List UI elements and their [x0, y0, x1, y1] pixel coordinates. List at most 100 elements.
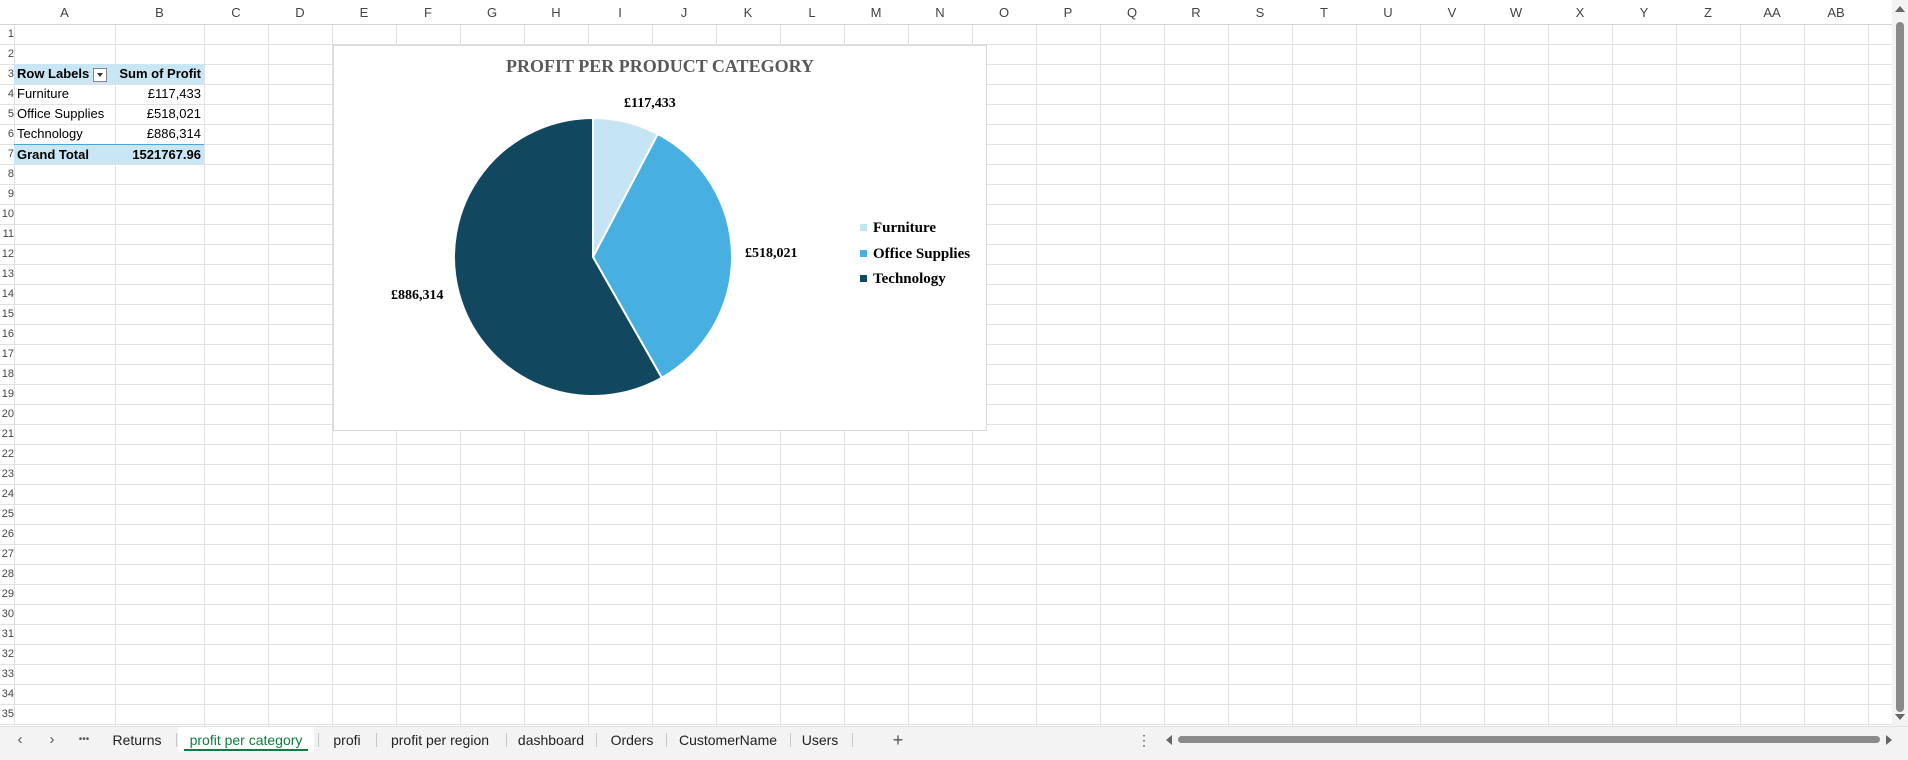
column-header-w[interactable]: W [1484, 0, 1548, 24]
row-header-23[interactable]: 23 [0, 464, 14, 484]
row-header-20[interactable]: 20 [0, 404, 14, 424]
tab-separator [790, 733, 791, 747]
row-header-19[interactable]: 19 [0, 384, 14, 404]
row-header-8[interactable]: 8 [0, 164, 14, 184]
column-header-v[interactable]: V [1420, 0, 1484, 24]
tab-orders[interactable]: Orders [600, 727, 664, 753]
data-label: £117,433 [624, 96, 676, 111]
row-header-18[interactable]: 18 [0, 364, 14, 384]
next-sheet-button[interactable]: › [42, 727, 62, 753]
row-header-27[interactable]: 27 [0, 544, 14, 564]
row-header-9[interactable]: 9 [0, 184, 14, 204]
tab-users[interactable]: Users [794, 727, 846, 753]
column-header-n[interactable]: N [908, 0, 972, 24]
more-sheets-button[interactable]: ••• [74, 727, 94, 753]
column-header-f[interactable]: F [396, 0, 460, 24]
column-header-i[interactable]: I [588, 0, 652, 24]
column-header-q[interactable]: Q [1100, 0, 1164, 24]
column-header-y[interactable]: Y [1612, 0, 1676, 24]
prev-sheet-button[interactable]: ‹ [10, 727, 30, 753]
legend-item-office-supplies: Office Supplies [860, 246, 970, 263]
row-header-29[interactable]: 29 [0, 584, 14, 604]
row-header-10[interactable]: 10 [0, 204, 14, 224]
row-header-16[interactable]: 16 [0, 324, 14, 344]
row-header-32[interactable]: 32 [0, 644, 14, 664]
row-header-24[interactable]: 24 [0, 484, 14, 504]
column-header-g[interactable]: G [460, 0, 524, 24]
tab-options-icon[interactable]: ⋮ [1134, 727, 1154, 753]
legend-label: Furniture [873, 220, 937, 236]
column-header-d[interactable]: D [268, 0, 332, 24]
row-header-5[interactable]: 5 [0, 104, 14, 124]
column-header-a[interactable]: A [14, 0, 115, 24]
column-header-k[interactable]: K [716, 0, 780, 24]
pivot-header-sum-of-profit[interactable]: Sum of Profit [115, 64, 204, 84]
row-header-4[interactable]: 4 [0, 84, 14, 104]
horizontal-scrollbar[interactable] [1164, 733, 1894, 745]
vertical-scrollbar[interactable] [1892, 0, 1908, 726]
column-header-c[interactable]: C [204, 0, 268, 24]
row-header-28[interactable]: 28 [0, 564, 14, 584]
pie-chart[interactable]: PROFIT PER PRODUCT CATEGORY £117,433 £51… [333, 45, 987, 431]
filter-dropdown-icon[interactable] [93, 67, 108, 82]
column-header-ab[interactable]: AB [1804, 0, 1868, 24]
tab-profi[interactable]: profi [322, 727, 372, 753]
vertical-scroll-thumb[interactable] [1896, 22, 1904, 712]
column-header-r[interactable]: R [1164, 0, 1228, 24]
row-header-22[interactable]: 22 [0, 444, 14, 464]
row-header-2[interactable]: 2 [0, 44, 14, 64]
row-header-6[interactable]: 6 [0, 124, 14, 144]
tab-profit-per-category[interactable]: profit per category [178, 727, 314, 753]
tab-profit-per-region[interactable]: profit per region [380, 727, 500, 753]
row-header-25[interactable]: 25 [0, 504, 14, 524]
row-header-11[interactable]: 11 [0, 224, 14, 244]
add-sheet-button[interactable]: + [888, 727, 908, 753]
row-header-26[interactable]: 26 [0, 524, 14, 544]
row-header-3[interactable]: 3 [0, 64, 14, 84]
column-header-m[interactable]: M [844, 0, 908, 24]
row-header-1[interactable]: 1 [0, 24, 14, 44]
row-header-15[interactable]: 15 [0, 304, 14, 324]
column-header-z[interactable]: Z [1676, 0, 1740, 24]
column-header-p[interactable]: P [1036, 0, 1100, 24]
scroll-up-arrow-icon[interactable] [1895, 6, 1905, 12]
row-header-12[interactable]: 12 [0, 244, 14, 264]
pivot-row-value[interactable]: £117,433 [115, 84, 204, 104]
pivot-grand-total-label[interactable]: Grand Total [14, 144, 115, 164]
scroll-down-arrow-icon[interactable] [1895, 714, 1905, 720]
row-header-21[interactable]: 21 [0, 424, 14, 444]
scroll-left-arrow-icon[interactable] [1166, 735, 1172, 745]
column-header-o[interactable]: O [972, 0, 1036, 24]
row-header-14[interactable]: 14 [0, 284, 14, 304]
pivot-row-label[interactable]: Furniture [14, 84, 115, 104]
horizontal-scroll-thumb[interactable] [1178, 736, 1880, 743]
row-header-13[interactable]: 13 [0, 264, 14, 284]
column-header-j[interactable]: J [652, 0, 716, 24]
pivot-row-value[interactable]: £886,314 [115, 124, 204, 144]
column-header-s[interactable]: S [1228, 0, 1292, 24]
column-header-e[interactable]: E [332, 0, 396, 24]
row-header-31[interactable]: 31 [0, 624, 14, 644]
row-header-33[interactable]: 33 [0, 664, 14, 684]
row-header-30[interactable]: 30 [0, 604, 14, 624]
pivot-row-value[interactable]: £518,021 [115, 104, 204, 124]
column-header-l[interactable]: L [780, 0, 844, 24]
pivot-row-label[interactable]: Technology [14, 124, 115, 144]
column-header-b[interactable]: B [115, 0, 204, 24]
column-header-x[interactable]: X [1548, 0, 1612, 24]
column-header-t[interactable]: T [1292, 0, 1356, 24]
pivot-grand-total-value[interactable]: 1521767.96 [115, 144, 204, 164]
row-header-17[interactable]: 17 [0, 344, 14, 364]
row-header-35[interactable]: 35 [0, 704, 14, 724]
row-header-7[interactable]: 7 [0, 144, 14, 164]
column-header-u[interactable]: U [1356, 0, 1420, 24]
column-header-h[interactable]: H [524, 0, 588, 24]
pivot-header-row-labels[interactable]: Row Labels [14, 64, 115, 84]
scroll-right-arrow-icon[interactable] [1886, 735, 1892, 745]
row-header-34[interactable]: 34 [0, 684, 14, 704]
pivot-row-label[interactable]: Office Supplies [14, 104, 115, 124]
column-header-aa[interactable]: AA [1740, 0, 1804, 24]
tab-dashboard[interactable]: dashboard [510, 727, 592, 753]
tab-returns[interactable]: Returns [102, 727, 172, 753]
tab-customername[interactable]: CustomerName [670, 727, 786, 753]
